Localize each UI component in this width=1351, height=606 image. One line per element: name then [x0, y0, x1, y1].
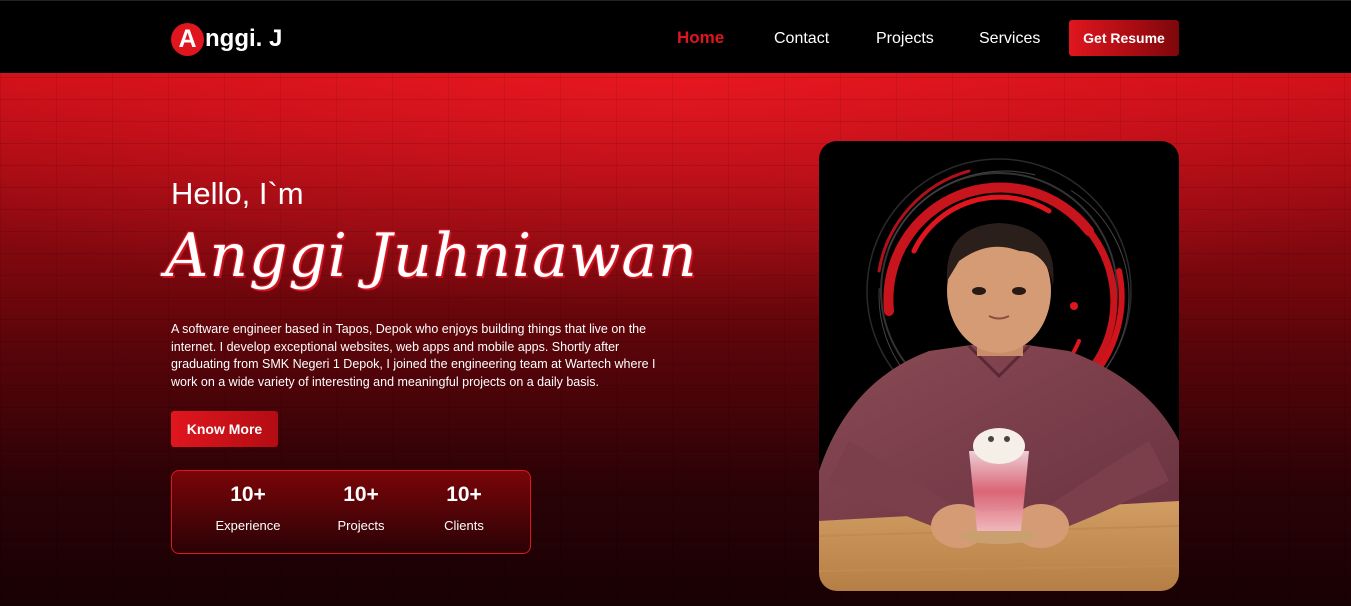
- stat-experience: 10+ Experience: [193, 483, 303, 533]
- nav-projects-link[interactable]: Projects: [876, 25, 934, 53]
- top-navbar: A nggi. J Home Contact Projects Services…: [0, 0, 1351, 73]
- hero-section: Hello, I`m Anggi Juhniawan A software en…: [0, 73, 1351, 606]
- nav-contact-link[interactable]: Contact: [774, 25, 829, 53]
- stat-projects: 10+ Projects: [306, 483, 416, 533]
- stat-label: Experience: [215, 518, 281, 533]
- stat-value: 10+: [343, 483, 379, 506]
- stat-label: Clients: [444, 518, 484, 533]
- hero-greeting: Hello, I`m: [171, 176, 304, 211]
- nav-services-link[interactable]: Services: [979, 25, 1040, 53]
- nav-home-link[interactable]: Home: [677, 24, 724, 52]
- stats-panel: 10+ Experience 10+ Projects 10+ Clients: [171, 470, 531, 554]
- stat-value: 10+: [446, 483, 482, 506]
- get-resume-button[interactable]: Get Resume: [1069, 20, 1179, 56]
- stat-label: Projects: [337, 518, 385, 533]
- hero-bio: A software engineer based in Tapos, Depo…: [171, 322, 656, 389]
- stat-value: 10+: [230, 483, 266, 506]
- know-more-button[interactable]: Know More: [171, 411, 278, 447]
- stat-clients: 10+ Clients: [409, 483, 519, 533]
- hero-name: Anggi Juhniawan: [165, 221, 698, 291]
- profile-photo-card: [819, 141, 1179, 591]
- profile-photo: [819, 158, 1179, 591]
